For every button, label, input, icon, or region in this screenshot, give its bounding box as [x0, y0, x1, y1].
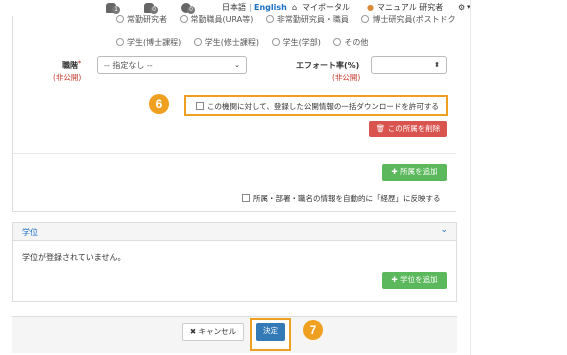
position-radio[interactable]: 非常勤研究員・職員: [266, 14, 349, 25]
bulk-download-checkbox[interactable]: この機関に対して、登録した公開情報の一括ダウンロードを許可する: [196, 101, 439, 112]
degree-title: 学位: [22, 228, 38, 237]
step-6-marker: 6: [149, 94, 169, 114]
title-select[interactable]: -- 指定なし -- ⌄: [97, 56, 247, 74]
plus-icon: ✚: [391, 167, 398, 176]
step-7-marker: 7: [303, 320, 323, 340]
spinner-icon: ⬍: [434, 61, 440, 69]
home-icon: ⌂: [292, 3, 298, 12]
notification-person-icon[interactable]: 1: [105, 1, 120, 14]
position-radio[interactable]: 博士研究員(ポストドク): [361, 14, 458, 25]
degree-panel-header[interactable]: 学位 ⌄: [13, 223, 456, 241]
lang-separator: |: [249, 3, 252, 12]
notification-settings-icon[interactable]: 0: [180, 1, 195, 14]
submit-button[interactable]: 決定: [256, 323, 285, 341]
reflect-career-checkbox[interactable]: 所属・部署・職名の情報を自動的に「経歴」に反映する: [242, 193, 441, 204]
my-portal-link[interactable]: マイポータル: [302, 2, 350, 13]
title-label: 職階*: [62, 60, 82, 70]
effort-label: エフォート率(%): [296, 61, 360, 70]
gear-icon[interactable]: ⚙: [458, 2, 465, 13]
position-radio[interactable]: 学生(学部): [272, 37, 321, 48]
step-6-highlight: この機関に対して、登録した公開情報の一括ダウンロードを許可する: [184, 95, 448, 116]
position-radio[interactable]: 学生(博士課程): [116, 37, 181, 48]
trash-icon: 🗑: [375, 124, 386, 133]
notification-group-icon[interactable]: 0: [143, 1, 158, 14]
position-radio[interactable]: その他: [333, 37, 368, 48]
title-private-note: (非公開): [53, 73, 82, 82]
user-menu[interactable]: マニュアル 研究者: [377, 2, 443, 13]
lang-ja-link[interactable]: 日本語: [222, 2, 246, 13]
position-radio-group-row2: 学生(博士課程) 学生(修士課程) 学生(学部) その他: [116, 37, 378, 48]
affiliation-panel: 常勤研究者 常勤職員(URA等) 非常勤研究員・職員 博士研究員(ポストドク) …: [12, 15, 459, 212]
plus-icon: ✚: [391, 275, 398, 284]
effort-rate-input[interactable]: ⬍: [371, 56, 447, 74]
lang-en-link[interactable]: English: [254, 2, 287, 13]
right-pane: [470, 0, 567, 355]
degree-empty-message: 学位が登録されていません。: [22, 253, 126, 262]
divider: [13, 153, 458, 154]
cancel-button[interactable]: ✖ キャンセル: [182, 323, 244, 341]
close-icon: ✖: [189, 327, 197, 336]
add-affiliation-button[interactable]: ✚ 所属を追加: [382, 164, 447, 181]
chevron-down-icon: ⌄: [234, 61, 240, 69]
position-radio[interactable]: 常勤職員(URA等): [180, 14, 254, 25]
chevron-down-icon[interactable]: ⌄: [440, 225, 448, 235]
position-radio-group-row1: 常勤研究者 常勤職員(URA等) 非常勤研究員・職員 博士研究員(ポストドク): [116, 14, 469, 25]
delete-affiliation-button[interactable]: 🗑 この所属を削除: [369, 121, 447, 137]
position-radio[interactable]: 常勤研究者: [116, 14, 167, 25]
effort-private-note: (非公開): [332, 73, 361, 82]
position-radio[interactable]: 学生(修士課程): [194, 37, 259, 48]
user-avatar-icon: ●: [367, 3, 374, 12]
add-degree-button[interactable]: ✚ 学位を追加: [382, 272, 447, 289]
